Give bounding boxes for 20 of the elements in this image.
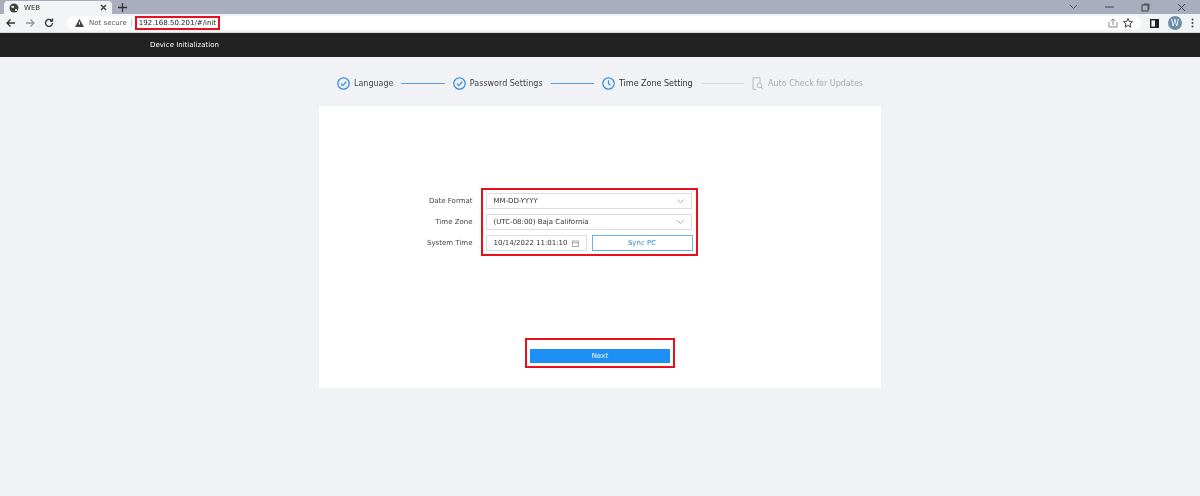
forward-icon[interactable] [25, 18, 35, 28]
restore-icon[interactable] [1141, 2, 1150, 12]
step-label: Time Zone Setting [618, 79, 693, 88]
star-icon[interactable] [1123, 18, 1133, 28]
share-icon[interactable] [1108, 18, 1118, 28]
chevron-down-icon[interactable] [1069, 4, 1078, 10]
menu-icon[interactable] [1191, 18, 1194, 28]
step-label: Password Settings [469, 79, 543, 88]
warning-icon [75, 19, 84, 27]
step-label: Auto Check for Updates [768, 79, 863, 88]
globe-icon [9, 2, 19, 13]
side-panel-icon[interactable] [1150, 18, 1159, 28]
calendar-icon [571, 239, 579, 247]
step-label: Language [354, 79, 394, 88]
close-icon[interactable] [100, 4, 107, 11]
chevron-down-icon [676, 220, 684, 224]
reload-icon[interactable] [44, 18, 54, 28]
back-icon[interactable] [6, 18, 16, 28]
new-tab-icon[interactable] [118, 3, 127, 12]
chevron-down-icon [676, 199, 684, 203]
